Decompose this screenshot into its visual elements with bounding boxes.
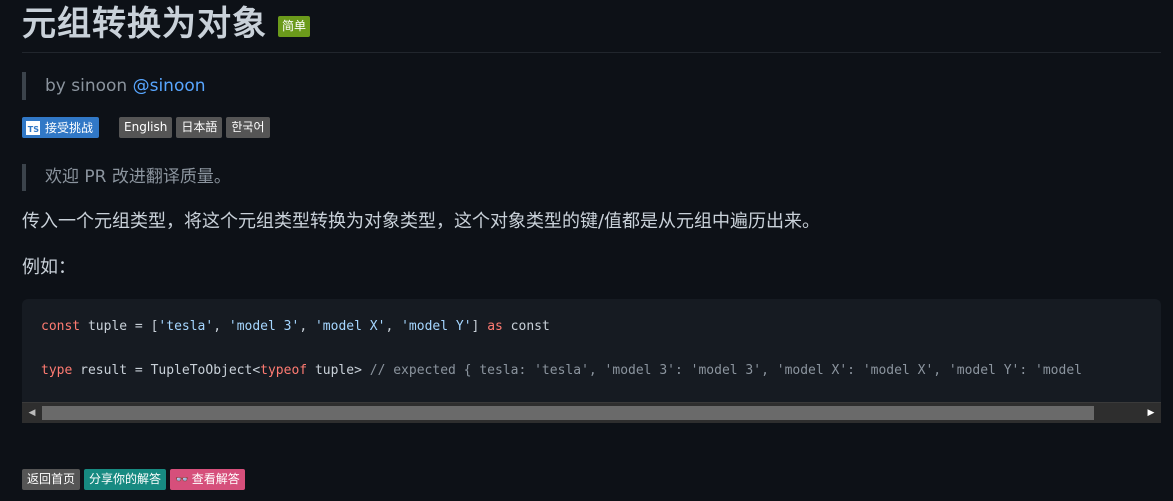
share-solution-button[interactable]: 分享你的解答 bbox=[84, 469, 167, 490]
title-row: 元组转换为对象 简单 bbox=[22, 2, 311, 46]
code-line-2: type result = TupleToObject<typeof tuple… bbox=[41, 363, 1082, 378]
code-text: tuple> bbox=[307, 363, 370, 378]
description: 传入一个元组类型，将这个元组类型转换为对象类型，这个对象类型的键/值都是从元组中… bbox=[22, 211, 821, 232]
code-keyword: as bbox=[487, 319, 503, 334]
author-prefix: by sinoon bbox=[45, 76, 128, 96]
action-row: 返回首页 分享你的解答 👓 查看解答 bbox=[22, 469, 249, 490]
code-string: 'tesla' bbox=[158, 319, 214, 334]
lang-badge-korean[interactable]: 한국어 bbox=[226, 117, 270, 138]
scroll-thumb[interactable] bbox=[42, 406, 1094, 420]
typescript-icon: TS bbox=[26, 120, 40, 135]
code-keyword: type bbox=[41, 363, 73, 378]
code-block[interactable]: const tuple = ['tesla', 'model 3', 'mode… bbox=[22, 299, 1161, 423]
code-text: result = TupleToObject< bbox=[72, 363, 261, 378]
code-text: ] bbox=[471, 319, 488, 334]
difficulty-badge[interactable]: 简单 bbox=[278, 15, 311, 37]
lang-badge-japanese[interactable]: 日本語 bbox=[176, 117, 223, 138]
example-label: 例如： bbox=[22, 257, 76, 278]
author-link[interactable]: @sinoon bbox=[133, 76, 206, 96]
back-home-button[interactable]: 返回首页 bbox=[22, 469, 81, 490]
code-text: , bbox=[213, 319, 229, 334]
accept-challenge-label: 接受挑战 bbox=[45, 121, 94, 135]
accept-challenge-badge[interactable]: TS 接受挑战 bbox=[22, 117, 100, 138]
code-text: , bbox=[385, 319, 402, 334]
glasses-icon: 👓 bbox=[175, 473, 189, 486]
title-divider bbox=[22, 52, 1161, 53]
translation-note: 欢迎 PR 改进翻译质量。 bbox=[22, 164, 231, 191]
lang-badge-english[interactable]: English bbox=[119, 117, 173, 138]
view-solutions-label: 查看解答 bbox=[191, 472, 240, 486]
code-text: tuple = [ bbox=[80, 319, 159, 334]
code-text: const bbox=[502, 319, 550, 334]
code-line-1: const tuple = ['tesla', 'model 3', 'mode… bbox=[41, 319, 550, 334]
author-quote: by sinoon @sinoon bbox=[22, 72, 206, 100]
horizontal-scrollbar[interactable]: ◀ ▶ bbox=[22, 402, 1161, 423]
code-string: 'model Y' bbox=[401, 319, 472, 334]
scroll-left-icon[interactable]: ◀ bbox=[22, 403, 42, 423]
code-keyword: const bbox=[41, 319, 81, 334]
view-solutions-button[interactable]: 👓 查看解答 bbox=[170, 469, 245, 490]
scroll-right-icon[interactable]: ▶ bbox=[1141, 403, 1161, 423]
code-string: 'model 3' bbox=[228, 319, 300, 334]
code-comment: // expected { tesla: 'tesla', 'model 3':… bbox=[369, 363, 1082, 378]
code-string: 'model X' bbox=[314, 319, 386, 334]
badge-row: TS 接受挑战 English 日本語 한국어 bbox=[22, 117, 270, 138]
code-text: , bbox=[299, 319, 315, 334]
page-title: 元组转换为对象 bbox=[22, 4, 267, 44]
code-keyword: typeof bbox=[260, 363, 308, 378]
